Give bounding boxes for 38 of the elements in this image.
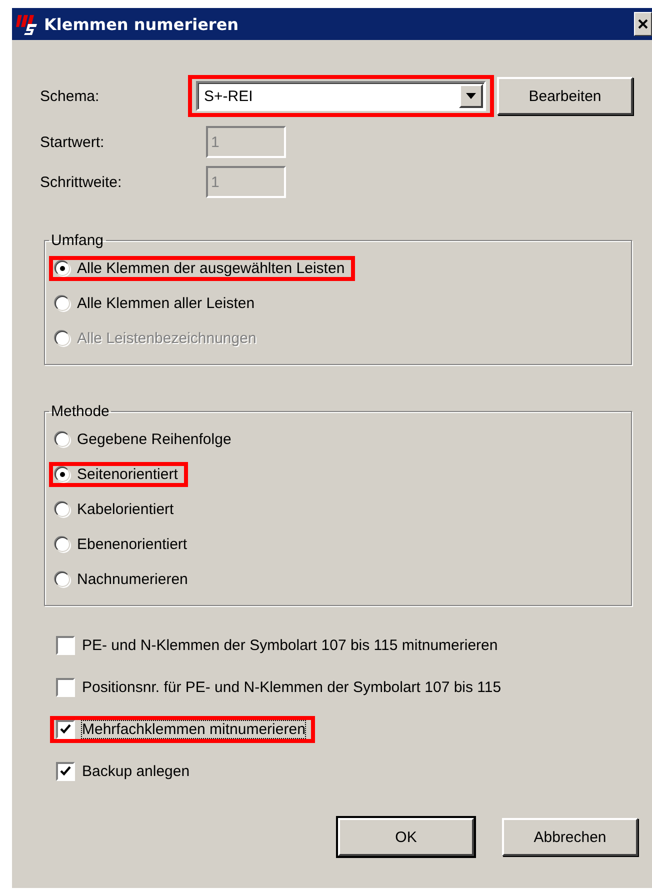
checkbox-label: Positionsnr. für PE- und N-Klemmen der Symbolart 107 bis 115 xyxy=(82,678,502,696)
radio-label: Alle Klemmen aller Leisten xyxy=(77,295,255,312)
field-label: Schrittweite: xyxy=(40,174,123,190)
radio-label: Seitenorientiert xyxy=(77,466,178,483)
radio-button[interactable] xyxy=(55,502,70,517)
window-title: Klemmen numerieren xyxy=(44,14,240,34)
checkmark-icon xyxy=(60,724,71,734)
checkbox-label: PE- und N-Klemmen der Symbolart 107 bis 115 mitnumerieren xyxy=(82,636,498,654)
checkmark-icon xyxy=(60,766,71,776)
radio-label: Gegebene Reihenfolge xyxy=(77,431,232,448)
app-logo-icon xyxy=(16,12,40,36)
radio-button[interactable] xyxy=(55,537,70,552)
checkbox-label: Mehrfachklemmen mitnumerieren xyxy=(82,720,306,738)
close-icon xyxy=(637,18,649,30)
checkbox[interactable] xyxy=(56,720,75,738)
radio-label: Ebenenorientiert xyxy=(77,536,188,553)
cancel-button[interactable]: Abbrechen xyxy=(502,818,638,856)
radio-label: Alle Leistenbezeichnungen xyxy=(77,330,256,347)
field-label: Startwert: xyxy=(40,134,106,150)
edit-button[interactable]: Bearbeiten xyxy=(497,77,633,115)
radio-label: Kabelorientiert xyxy=(77,501,174,518)
ok-button[interactable]: OK xyxy=(338,818,474,856)
close-button[interactable] xyxy=(634,12,652,36)
radio-button[interactable] xyxy=(55,467,70,482)
radio-button[interactable] xyxy=(55,296,70,311)
radio-label: Nachnumerieren xyxy=(77,571,188,588)
radio-button[interactable] xyxy=(55,261,70,276)
checkbox[interactable] xyxy=(56,636,75,654)
checkbox-label: Backup anlegen xyxy=(82,762,190,780)
group-title: Umfang xyxy=(50,232,105,249)
field-label: Schema: xyxy=(40,88,100,104)
radio-button[interactable] xyxy=(55,572,70,587)
checkbox[interactable] xyxy=(56,678,75,696)
group-title: Methode xyxy=(50,403,110,420)
radio-button[interactable] xyxy=(55,432,70,447)
schema-dropdown[interactable]: S+-REI xyxy=(196,81,486,111)
checkbox[interactable] xyxy=(56,762,75,780)
radio-label: Alle Klemmen der ausgewählten Leisten xyxy=(77,260,345,277)
